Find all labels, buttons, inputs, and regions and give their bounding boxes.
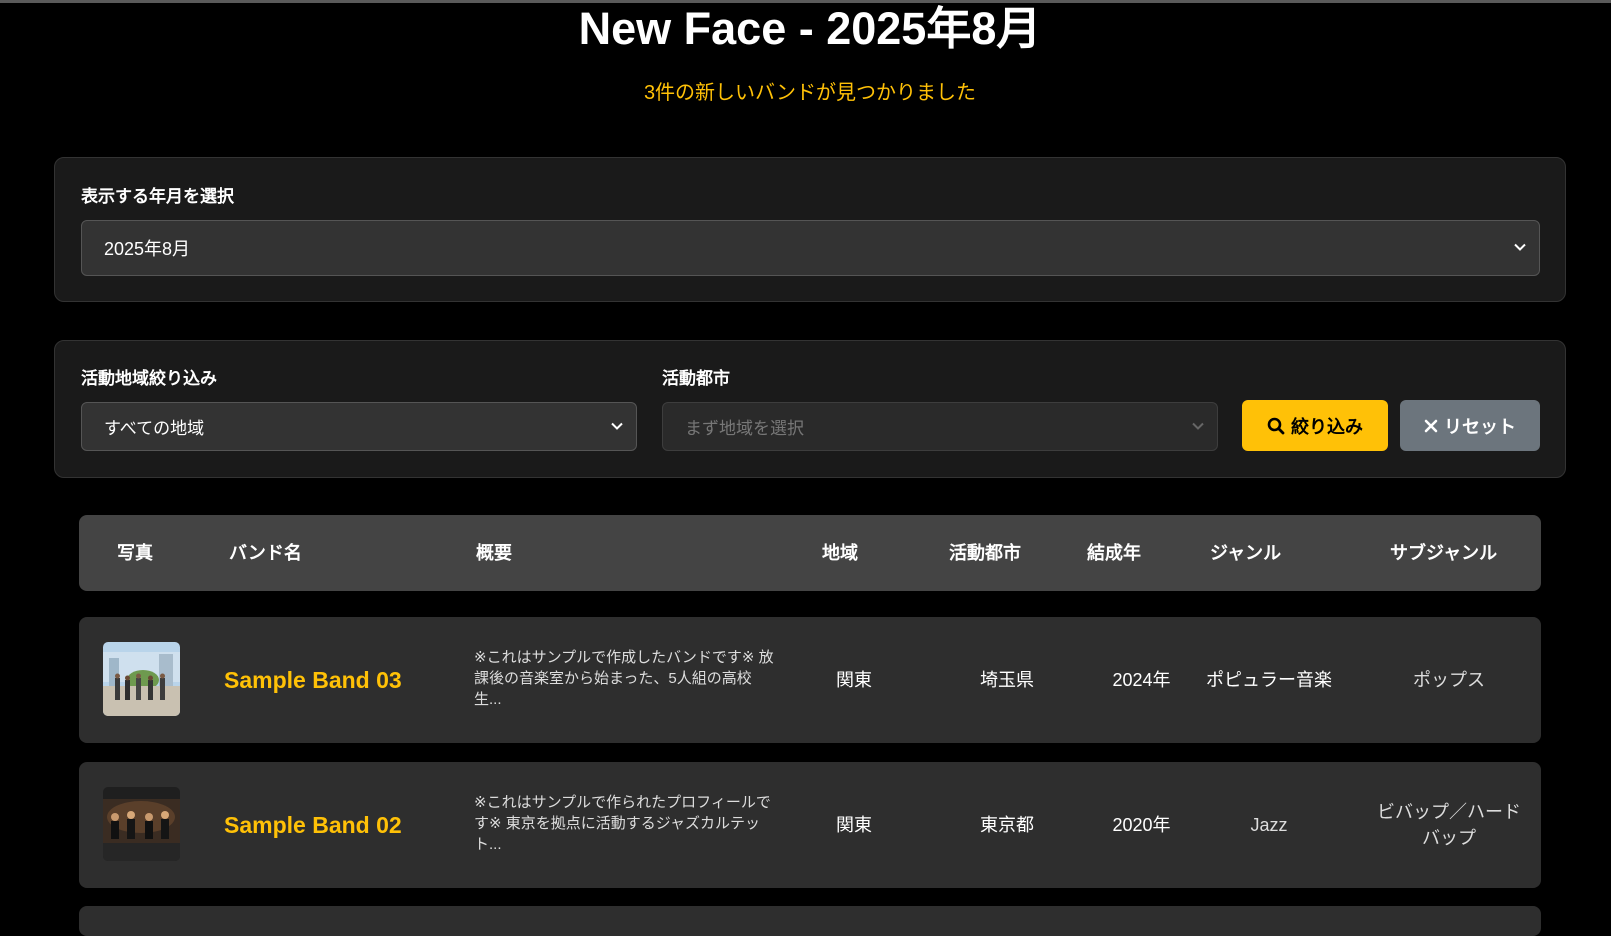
band-summary: ※これはサンプルで作成したバンドです※ 放課後の音楽室から始まった、5人組の高校… [474, 649, 774, 708]
table-row[interactable]: Sample Band 03 ※これはサンプルで作成したバンドです※ 放課後の音… [79, 617, 1541, 743]
band-genre: ポピュラー音楽 [1206, 670, 1332, 690]
month-select-value: 2025年8月 [104, 239, 191, 259]
filter-button-label: 絞り込み [1291, 416, 1363, 437]
column-header-genre: ジャンル [1210, 543, 1282, 563]
column-header-region: 地域 [822, 543, 858, 563]
table-row[interactable] [79, 906, 1541, 936]
column-header-subgenre: サブジャンル [1390, 543, 1498, 563]
band-region: 関東 [836, 670, 872, 690]
search-icon [1267, 417, 1285, 434]
city-filter-label: 活動都市 [662, 369, 730, 388]
band-formed-year: 2020年 [1112, 815, 1171, 835]
column-header-formed: 結成年 [1087, 543, 1141, 563]
table-header: 写真 バンド名 概要 地域 活動都市 結成年 ジャンル サブジャンル [79, 515, 1541, 591]
chevron-down-icon [1192, 422, 1204, 430]
reset-button-label: リセット [1444, 416, 1516, 437]
chevron-down-icon [611, 422, 623, 430]
column-header-city: 活動都市 [949, 543, 1021, 563]
band-subgenre: ポップス [1413, 670, 1485, 690]
column-header-summary: 概要 [476, 543, 512, 563]
band-summary: ※これはサンプルで作られたプロフィールです※ 東京を拠点に活動するジャズカルテッ… [474, 794, 771, 853]
column-header-band-name: バンド名 [229, 543, 302, 563]
reset-button[interactable]: リセット [1400, 400, 1540, 451]
band-photo[interactable] [103, 787, 180, 861]
city-select[interactable]: まず地域を選択 [662, 402, 1218, 451]
result-count-text: 3件の新しいバンドが見つかりました [643, 82, 977, 104]
region-select-value: すべての地域 [104, 419, 205, 438]
band-region: 関東 [836, 815, 872, 835]
band-subgenre: ビバップ／ハードバップ [1377, 802, 1521, 848]
month-selector-label: 表示する年月を選択 [81, 187, 234, 206]
band-formed-year: 2024年 [1112, 670, 1171, 690]
chevron-down-icon [1514, 243, 1526, 251]
page-title: New Face - 2025年8月 [578, 3, 1042, 54]
close-icon [1424, 419, 1438, 432]
band-name-link[interactable]: Sample Band 03 [224, 617, 402, 743]
band-city: 埼玉県 [980, 670, 1034, 690]
band-genre: Jazz [1250, 815, 1288, 835]
band-photo[interactable] [103, 642, 180, 716]
band-city: 東京都 [980, 815, 1034, 835]
column-header-photo: 写真 [117, 543, 153, 563]
band-name-link[interactable]: Sample Band 02 [224, 762, 402, 888]
city-select-placeholder: まず地域を選択 [685, 419, 804, 438]
region-filter-label: 活動地域絞り込み [81, 369, 217, 388]
filter-button[interactable]: 絞り込み [1242, 400, 1388, 451]
month-selector-panel: 表示する年月を選択 2025年8月 [54, 157, 1566, 302]
month-select[interactable]: 2025年8月 [81, 220, 1540, 276]
table-row[interactable]: Sample Band 02 ※これはサンプルで作られたプロフィールです※ 東京… [79, 762, 1541, 888]
band-photo-image [103, 642, 180, 716]
band-photo-image [103, 787, 180, 861]
region-select[interactable]: すべての地域 [81, 402, 637, 451]
